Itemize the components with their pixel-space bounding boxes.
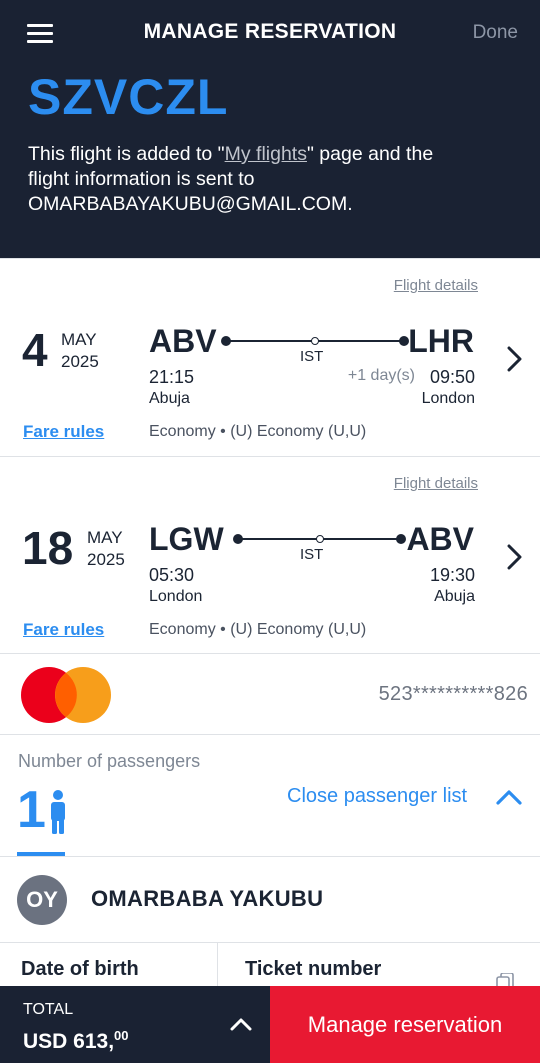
chevron-up-icon[interactable]: [495, 788, 523, 806]
total-amount: USD 613,00: [23, 1028, 129, 1054]
route-stop-dot: [311, 337, 319, 345]
confirmation-message: This flight is added to "My flights" pag…: [28, 142, 448, 217]
flight-day: 4: [22, 324, 48, 376]
close-passenger-list-button[interactable]: Close passenger list: [287, 785, 467, 808]
info-prefix: This flight is added to ": [28, 143, 225, 165]
flight-year: 2025: [87, 550, 125, 569]
passenger-count-label: Number of passengers: [18, 751, 201, 771]
passenger-count: 1: [17, 781, 46, 839]
route-end-dot: [396, 534, 406, 544]
person-icon: [51, 790, 65, 834]
flight-card-return[interactable]: Flight details 18 MAY 2025 LGW IST ABV 0…: [0, 456, 540, 654]
origin-code: LGW: [149, 521, 224, 557]
done-button[interactable]: Done: [473, 22, 518, 44]
chevron-right-icon[interactable]: [504, 543, 524, 571]
arrival-city: London: [421, 390, 475, 407]
my-flights-link[interactable]: My flights: [225, 143, 307, 165]
card-number: 523**********826: [378, 683, 528, 705]
total-summary[interactable]: TOTAL USD 613,00: [0, 986, 270, 1063]
departure-time: 21:15: [149, 367, 195, 387]
flight-month-year: MAY 2025: [61, 329, 99, 373]
destination-code: LHR: [408, 323, 474, 359]
flight-day: 18: [22, 522, 74, 574]
chevron-right-icon[interactable]: [504, 345, 524, 373]
plus-day-note: +1 day(s): [347, 367, 415, 384]
mastercard-logo-icon: [21, 667, 111, 723]
destination-code: ABV: [406, 521, 474, 557]
fare-rules-link[interactable]: Fare rules: [23, 620, 104, 640]
flight-card-outbound[interactable]: Flight details 4 MAY 2025 ABV IST LHR 21…: [0, 258, 540, 456]
flight-month: MAY: [61, 330, 97, 349]
total-label: TOTAL: [23, 1001, 74, 1018]
chevron-up-icon[interactable]: [229, 1016, 253, 1032]
flight-month-year: MAY 2025: [87, 527, 125, 571]
route-stop-dot: [315, 535, 324, 543]
departure-city: Abuja: [149, 390, 190, 407]
origin-code: ABV: [149, 323, 217, 359]
avatar: OY: [17, 875, 67, 925]
header: MANAGE RESERVATION Done SZVCZL This flig…: [0, 0, 540, 258]
route-line: [221, 336, 409, 346]
date-of-birth-label: Date of birth: [21, 958, 139, 980]
page-title: MANAGE RESERVATION: [143, 20, 397, 43]
passenger-name: OMARBABA YAKUBU: [91, 886, 324, 911]
payment-method: 523**********826: [0, 655, 540, 735]
route-start-dot: [221, 336, 231, 346]
flight-month: MAY: [87, 528, 123, 547]
total-amount-cents: 00: [114, 1028, 129, 1043]
passenger-row[interactable]: OY OMARBABA YAKUBU: [0, 857, 540, 943]
route-line: [233, 534, 406, 544]
arrival-city: Abuja: [434, 588, 475, 605]
departure-time: 05:30: [149, 565, 195, 585]
stopover-code: IST: [300, 348, 324, 365]
ticket-number-label: Ticket number: [245, 958, 382, 980]
arrival-time: 19:30: [429, 565, 475, 585]
arrival-time: 09:50: [429, 367, 475, 387]
departure-city: London: [149, 588, 203, 605]
fare-rules-link[interactable]: Fare rules: [23, 422, 104, 442]
flight-year: 2025: [61, 352, 99, 371]
total-amount-main: USD 613,: [23, 1030, 115, 1053]
bottom-bar: TOTAL USD 613,00 Manage reservation: [0, 986, 540, 1063]
reservation-code: SZVCZL: [28, 69, 229, 125]
flight-details-link[interactable]: Flight details: [394, 277, 478, 294]
manage-reservation-screen: MANAGE RESERVATION Done SZVCZL This flig…: [0, 0, 540, 1063]
stopover-code: IST: [300, 546, 324, 563]
flight-details-link[interactable]: Flight details: [394, 475, 478, 492]
manage-reservation-button[interactable]: Manage reservation: [270, 986, 540, 1063]
route-start-dot: [233, 534, 243, 544]
cabin-class: Economy • (U) Economy (U,U): [149, 621, 367, 638]
cabin-class: Economy • (U) Economy (U,U): [149, 423, 367, 440]
